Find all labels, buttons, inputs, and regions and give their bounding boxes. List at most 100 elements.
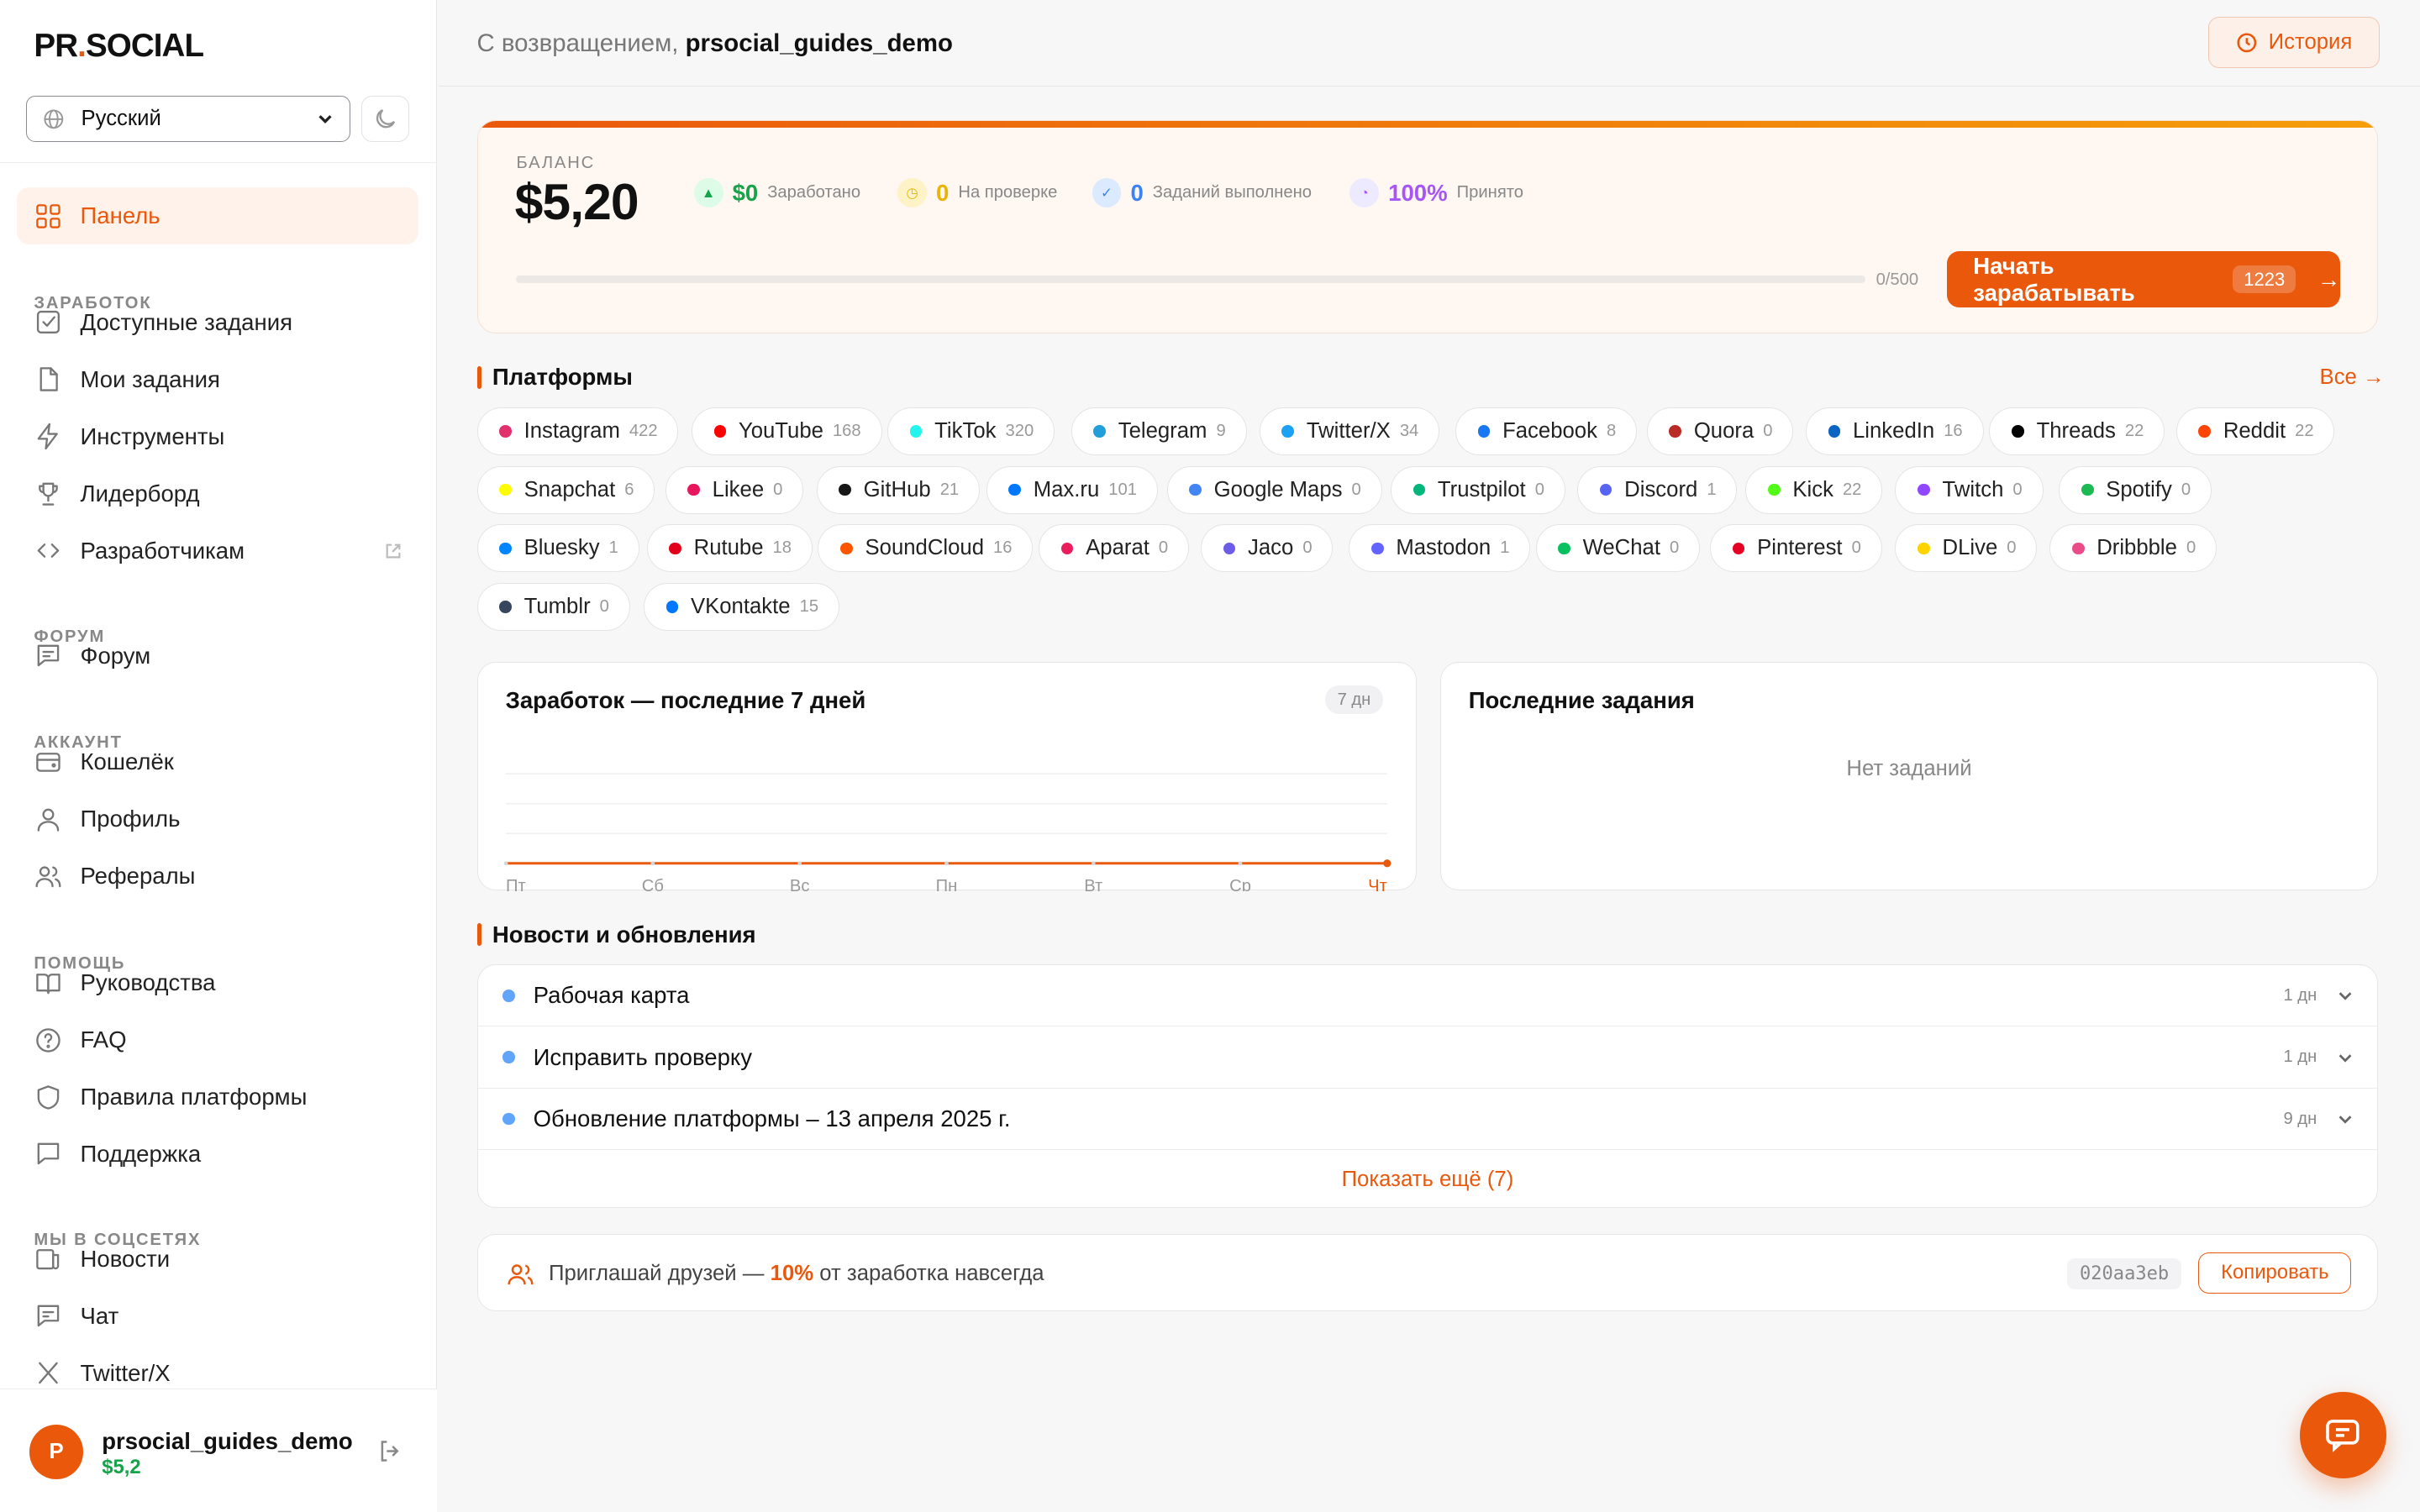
- chevron-down-icon: [2338, 1116, 2352, 1124]
- platform-chip[interactable]: Twitter/X 34: [1259, 407, 1440, 455]
- platform-chip[interactable]: Snapchat 6: [476, 465, 655, 514]
- news-item[interactable]: Рабочая карта 1 дн: [477, 965, 2378, 1027]
- sidebar-item-user[interactable]: Профиль: [17, 790, 418, 848]
- recent-tasks-title: Последние задания: [1468, 687, 1695, 714]
- platform-chip[interactable]: Discord 1: [1577, 465, 1738, 514]
- sidebar-item-wallet[interactable]: Кошелёк: [17, 733, 418, 790]
- platform-chip[interactable]: TikTok 320: [887, 407, 1055, 455]
- sidebar-item-code[interactable]: Разработчикам: [17, 522, 418, 580]
- data-point[interactable]: [797, 861, 802, 866]
- sidebar-item-forum[interactable]: Форум: [17, 627, 418, 685]
- sidebar-item-label: Лидерборд: [80, 480, 200, 507]
- x-tick-label: Сб: [641, 877, 663, 891]
- sidebar-item-message[interactable]: Поддержка: [17, 1126, 418, 1183]
- data-point[interactable]: [1091, 861, 1096, 866]
- earnings-chart: Пт Сб Вс Пн Вт Ср Чт: [503, 773, 1391, 891]
- referral-banner: Приглашай друзей — 10% от заработка навс…: [476, 1234, 2379, 1312]
- sidebar-item-dashboard[interactable]: Панель: [17, 187, 418, 245]
- platform-dot: [499, 601, 512, 614]
- platform-chip[interactable]: Instagram 422: [476, 407, 679, 455]
- stat-value: 0: [1130, 179, 1144, 206]
- users-icon: [507, 1264, 534, 1284]
- data-point[interactable]: [650, 861, 655, 866]
- news-age: 9 дн: [2283, 1109, 2317, 1128]
- platform-chip[interactable]: DLive 0: [1895, 524, 2038, 573]
- platform-chip[interactable]: GitHub 21: [816, 465, 981, 514]
- history-button[interactable]: История: [2208, 17, 2381, 68]
- user-balance: $5,2: [102, 1455, 141, 1478]
- platform-name: Pinterest: [1757, 536, 1843, 560]
- platform-chip[interactable]: VKontakte 15: [643, 583, 839, 632]
- platform-count: 422: [629, 421, 658, 440]
- platform-chip[interactable]: Mastodon 1: [1349, 524, 1531, 573]
- document-icon: [39, 367, 59, 392]
- data-point[interactable]: [944, 861, 949, 866]
- platform-chip[interactable]: Max.ru 101: [986, 465, 1158, 514]
- sidebar-item-help-circle[interactable]: FAQ: [17, 1011, 418, 1068]
- sidebar-item-shield[interactable]: Правила платформы: [17, 1068, 418, 1126]
- platform-dot: [1768, 483, 1781, 496]
- platform-chip[interactable]: Bluesky 1: [476, 524, 639, 573]
- platform-chip[interactable]: Kick 22: [1745, 465, 1883, 514]
- platform-chip[interactable]: Quora 0: [1646, 407, 1794, 455]
- platform-chip[interactable]: SoundCloud 16: [818, 524, 1034, 573]
- data-point[interactable]: [1238, 861, 1242, 866]
- platform-chip[interactable]: Likee 0: [665, 465, 804, 514]
- platform-chip[interactable]: Telegram 9: [1071, 407, 1247, 455]
- platform-chip[interactable]: Pinterest 0: [1710, 524, 1882, 573]
- clock-icon: [2237, 33, 2257, 52]
- platform-count: 1: [1500, 538, 1510, 558]
- support-chat-button[interactable]: [2299, 1391, 2386, 1478]
- platform-name: Instagram: [523, 418, 620, 443]
- platform-dot: [1828, 425, 1841, 438]
- sidebar-item-document[interactable]: Мои задания: [17, 351, 418, 408]
- data-point[interactable]: [1382, 859, 1391, 868]
- sidebar-item-trophy[interactable]: Лидерборд: [17, 465, 418, 522]
- news-item[interactable]: Исправить проверку 1 дн: [477, 1026, 2378, 1089]
- platform-chip[interactable]: Jaco 0: [1200, 524, 1334, 573]
- sidebar-item-chat[interactable]: Чат: [17, 1288, 418, 1345]
- platform-chip[interactable]: Tumblr 0: [476, 583, 630, 632]
- start-earning-button[interactable]: Начать зарабатывать 1223 →: [1947, 250, 2341, 308]
- platform-chip[interactable]: Aparat 0: [1039, 524, 1190, 573]
- theme-toggle-button[interactable]: [360, 95, 409, 142]
- copy-button[interactable]: Копировать: [2198, 1252, 2352, 1294]
- show-more-button[interactable]: Показать ещё (7): [478, 1152, 2378, 1207]
- sidebar-item-users[interactable]: Рефералы: [17, 848, 418, 905]
- logo[interactable]: PR.SOCIAL: [34, 28, 204, 65]
- sidebar-item-checkbox[interactable]: Доступные задания: [17, 294, 418, 351]
- news-heading: Новости и обновления: [477, 921, 756, 948]
- platform-chip[interactable]: LinkedIn 16: [1805, 407, 1984, 455]
- platform-chip[interactable]: Rutube 18: [646, 524, 813, 573]
- sidebar-item-label: Twitter/X: [80, 1359, 171, 1386]
- progress-label: 0/500: [1876, 270, 1919, 290]
- sidebar-item-bolt[interactable]: Инструменты: [17, 408, 418, 465]
- platform-chip[interactable]: Facebook 8: [1455, 407, 1638, 455]
- platform-dot: [1008, 483, 1022, 496]
- platform-chip[interactable]: Reddit 22: [2175, 407, 2335, 455]
- logout-icon[interactable]: [376, 1437, 404, 1465]
- x-tick-label: Вс: [789, 877, 809, 891]
- platform-chip[interactable]: Threads 22: [1989, 407, 2165, 455]
- data-point[interactable]: [503, 861, 508, 866]
- platform-chip[interactable]: WeChat 0: [1535, 524, 1701, 573]
- news-item[interactable]: Обновление платформы – 13 апреля 2025 г.…: [477, 1089, 2378, 1151]
- avatar[interactable]: P: [29, 1425, 84, 1479]
- sidebar-item-label: Правила платформы: [80, 1083, 308, 1110]
- stat-item: ▲ $0 Заработано: [693, 178, 860, 208]
- platform-chip[interactable]: Google Maps 0: [1166, 465, 1382, 514]
- referral-code[interactable]: 020aa3eb: [2067, 1257, 2181, 1289]
- platform-count: 16: [993, 538, 1013, 558]
- platform-name: Aparat: [1086, 536, 1150, 560]
- platform-chip[interactable]: Trustpilot 0: [1390, 465, 1565, 514]
- sidebar-item-news[interactable]: Новости: [17, 1231, 418, 1288]
- platform-chip[interactable]: YouTube 168: [691, 407, 882, 455]
- platform-chip[interactable]: Spotify 0: [2059, 465, 2212, 514]
- referral-text: Приглашай друзей — 10% от заработка навс…: [549, 1261, 1044, 1285]
- platform-dot: [1477, 425, 1491, 438]
- sidebar-item-book[interactable]: Руководства: [17, 954, 418, 1011]
- language-select[interactable]: Русский: [26, 95, 350, 142]
- platform-chip[interactable]: Dribbble 0: [2049, 524, 2217, 573]
- platform-chip[interactable]: Twitch 0: [1895, 465, 2044, 514]
- all-platforms-link[interactable]: Все →: [2320, 365, 2385, 390]
